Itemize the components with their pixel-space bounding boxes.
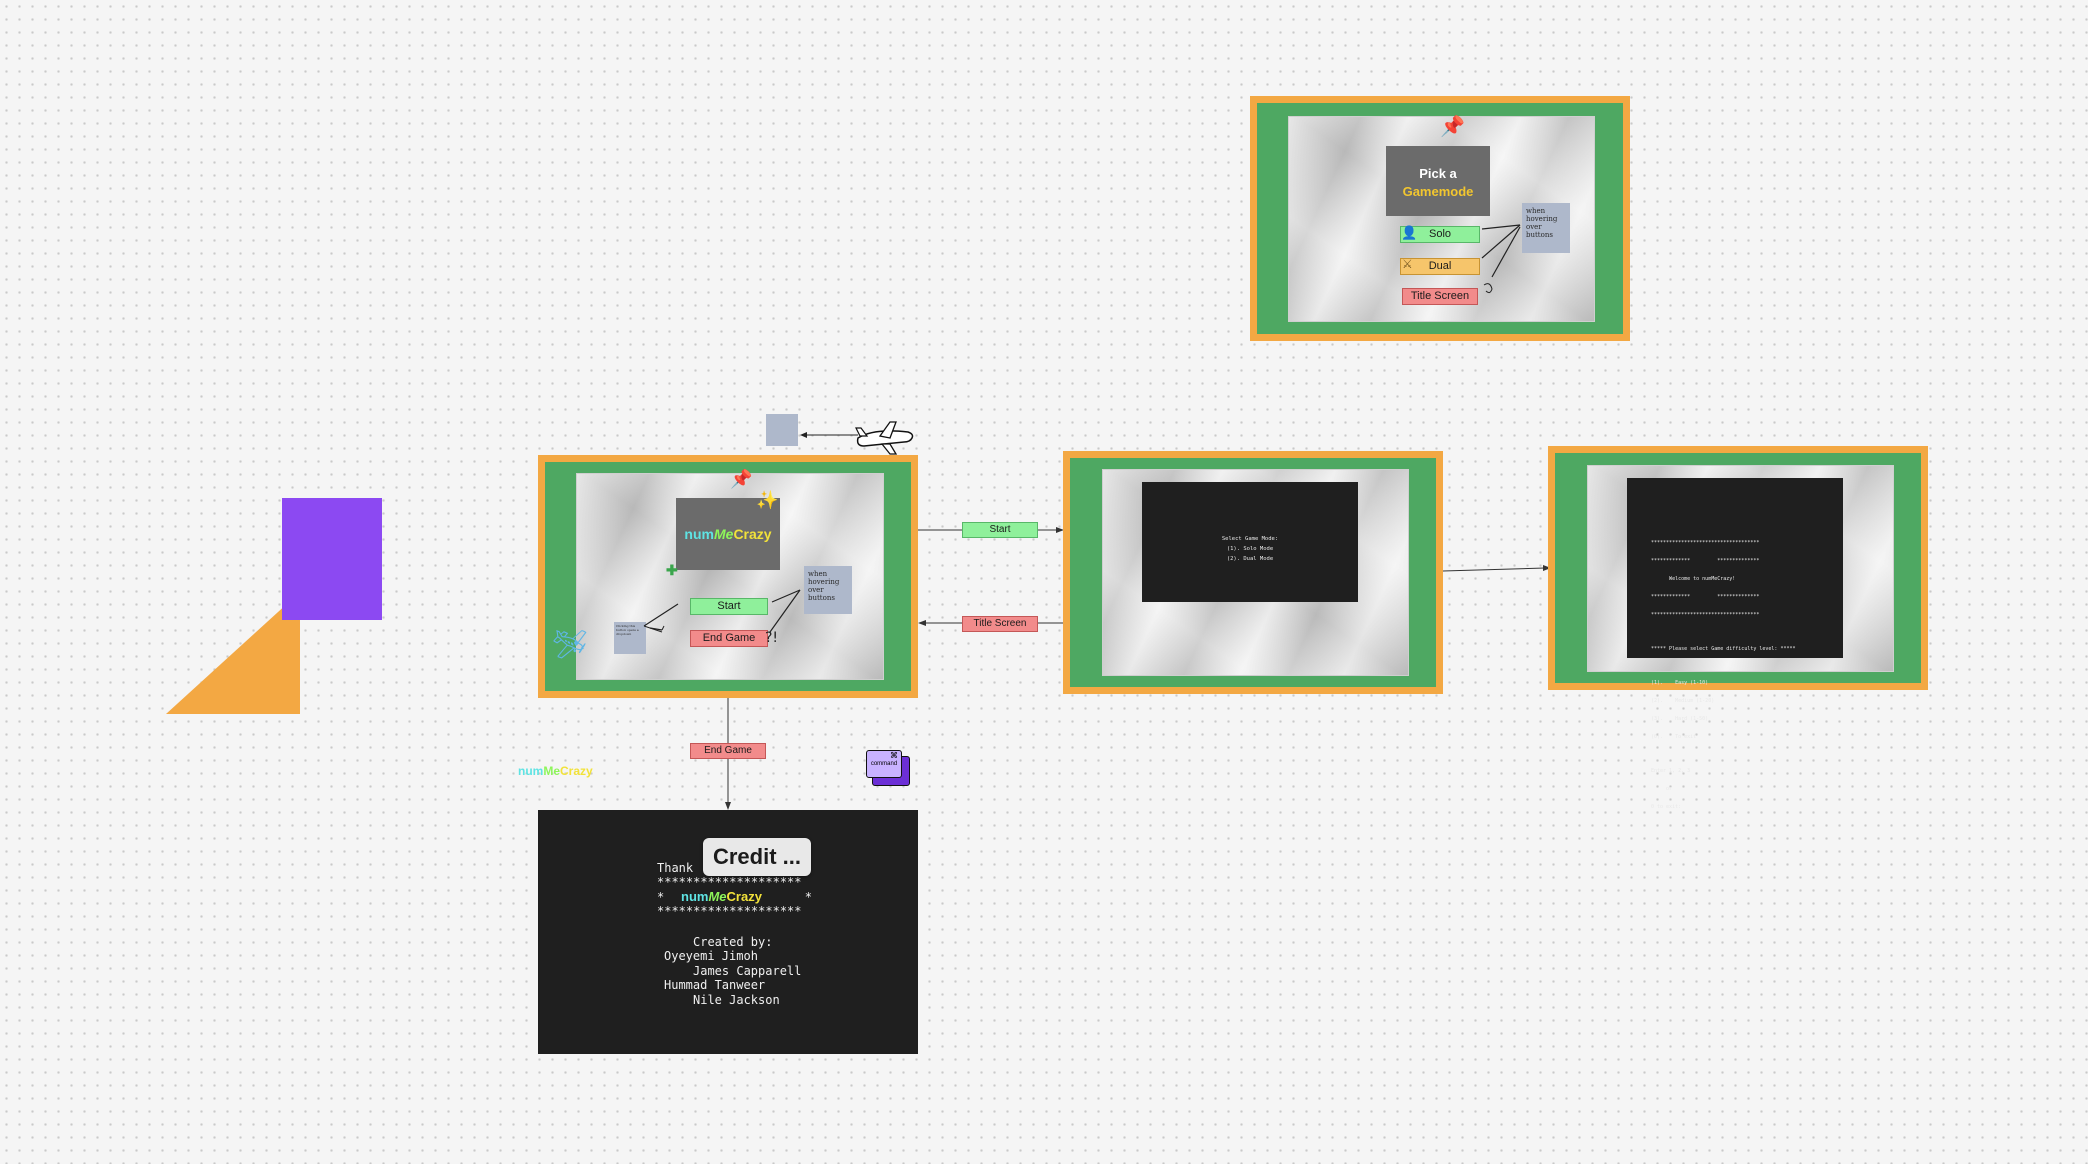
title-screen-arrows: ?! bbox=[643, 589, 801, 646]
dual-button-label: Dual bbox=[1428, 260, 1452, 272]
difficulty-line: (2). Medium (1-20) bbox=[1651, 698, 1715, 704]
credits-thank: Thank bbox=[657, 861, 694, 875]
connector-end-game-label[interactable]: End Game bbox=[690, 743, 766, 759]
mode-terminal: Select Game Mode: (1). Solo Mode (2). Du… bbox=[1142, 482, 1358, 602]
purple-square-shape[interactable] bbox=[282, 498, 382, 620]
connector-title-screen-label[interactable]: Title Screen bbox=[962, 616, 1038, 632]
credits-name: Oyeyemi Jimoh bbox=[664, 949, 758, 963]
difficulty-line bbox=[1651, 664, 1843, 668]
swords-icon: ⚔ bbox=[1402, 257, 1413, 271]
difficulty-line: (3). Hard (1-50) bbox=[1651, 716, 1709, 722]
mode-line: Select Game Mode: bbox=[1221, 536, 1279, 542]
title-num: num bbox=[684, 526, 714, 542]
credits-star-right: * bbox=[804, 890, 812, 904]
difficulty-line: or bbox=[1651, 786, 1673, 792]
mode-line: (2). Dual Mode bbox=[1226, 556, 1274, 562]
difficulty-line: (1). Easy (1-10) bbox=[1651, 680, 1709, 686]
difficulty-line: ************************************ bbox=[1651, 612, 1760, 618]
connector-start-label[interactable]: Start bbox=[962, 522, 1038, 538]
credits-logo-num: num bbox=[681, 889, 709, 904]
credits-star-left: * bbox=[657, 890, 665, 904]
credits-created-by: Created by: bbox=[693, 935, 773, 949]
user-icon: 👤 bbox=[1401, 225, 1418, 240]
gamemode-title-line2: Gamemode bbox=[1402, 184, 1474, 199]
command-label: command bbox=[870, 761, 898, 767]
connector-title-screen-text: Title Screen bbox=[973, 618, 1027, 629]
floating-sticky-note[interactable] bbox=[766, 414, 798, 446]
credits-stars-top: ******************** bbox=[657, 875, 802, 889]
difficulty-line: Welcome to numMeCrazy! bbox=[1651, 576, 1736, 582]
gamemode-title-line1: Pick a bbox=[1419, 166, 1457, 181]
mode-line: (1). Solo Mode bbox=[1226, 546, 1274, 552]
credits-name: Hummad Tanweer bbox=[664, 978, 766, 992]
logo-me: Me bbox=[543, 764, 561, 778]
title-crazy: Crazy bbox=[733, 526, 772, 542]
pin-icon: 📌 bbox=[1440, 116, 1465, 138]
title-screen-button[interactable]: Title Screen bbox=[1402, 288, 1478, 305]
airplane-icon bbox=[855, 421, 914, 455]
title-me: Me bbox=[713, 526, 734, 542]
sparkle-icon: ✨ bbox=[756, 490, 779, 510]
difficulty-line: ************************************ bbox=[1651, 540, 1760, 546]
arrow-to-sticky bbox=[800, 432, 858, 438]
command-symbol: ⌘ bbox=[890, 751, 898, 760]
difficulty-line bbox=[1651, 630, 1843, 634]
gamemode-arrows bbox=[1481, 224, 1521, 294]
credits-name: James Capparell bbox=[693, 964, 802, 978]
credits-badge[interactable]: Credit ... bbox=[703, 838, 811, 876]
connector-mode-to-difficulty bbox=[1443, 565, 1551, 572]
floating-logo[interactable]: numMeCrazy bbox=[518, 764, 593, 778]
solo-button-label: Solo bbox=[1428, 228, 1452, 240]
difficulty-line bbox=[1651, 752, 1843, 756]
credits-name: Nile Jackson bbox=[693, 993, 780, 1007]
orange-triangle-shape[interactable] bbox=[166, 592, 300, 714]
pin-icon: 📌 bbox=[730, 469, 753, 489]
credits-stars-bottom: ******************** bbox=[657, 904, 802, 918]
gamemode-title-box: Pick a Gamemode bbox=[1386, 146, 1490, 216]
difficulty-line: (0). To exit bbox=[1651, 734, 1697, 740]
difficulty-terminal: ************************************ ***… bbox=[1627, 478, 1843, 810]
difficulty-line: Enter 1, 2, 3 bbox=[1651, 768, 1691, 774]
difficulty-line: ************* ************** bbox=[1651, 594, 1760, 600]
difficulty-line: 0 to exit: bbox=[1651, 804, 1682, 810]
difficulty-line: ***** Please select Game difficulty leve… bbox=[1651, 646, 1796, 652]
connector-end-game-text: End Game bbox=[704, 745, 752, 756]
svg-text:?!: ?! bbox=[765, 630, 778, 646]
logo-crazy: Crazy bbox=[560, 764, 593, 778]
logo-num: num bbox=[518, 764, 544, 778]
credits-badge-label: Credit ... bbox=[712, 844, 801, 869]
connector-start-text: Start bbox=[989, 524, 1011, 535]
credits-logo-crazy: Crazy bbox=[726, 889, 762, 904]
command-key-icon[interactable]: ⌘ command bbox=[866, 750, 910, 786]
credits-logo-me: Me bbox=[708, 889, 727, 904]
title-screen-button-label: Title Screen bbox=[1410, 290, 1470, 302]
difficulty-line: ************* ************** bbox=[1651, 558, 1760, 564]
paper-plane-icon: 🛩 bbox=[552, 629, 588, 660]
